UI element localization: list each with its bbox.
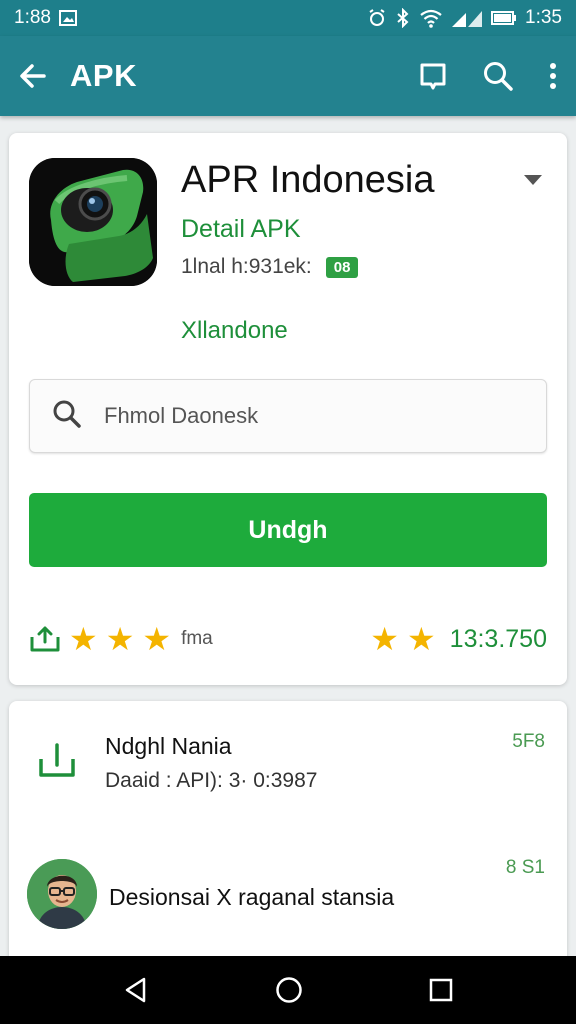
nav-recents-icon[interactable] bbox=[428, 977, 454, 1003]
list-item-subtitle: Daaid : API): 3· 0:3987 bbox=[105, 769, 318, 792]
gallery-notification-icon bbox=[58, 9, 77, 27]
app-bar: APK bbox=[0, 36, 576, 116]
list-item-badge: 5F8 bbox=[512, 731, 545, 752]
signal-icon bbox=[451, 8, 483, 28]
download-icon[interactable] bbox=[37, 741, 77, 786]
share-icon[interactable] bbox=[29, 625, 61, 653]
download-button[interactable]: Undgh bbox=[29, 493, 547, 567]
star-icon: ★ bbox=[406, 621, 436, 657]
status-left: 1:88 bbox=[14, 7, 77, 29]
more-vert-icon[interactable] bbox=[548, 61, 558, 91]
list-item-badge: 8 S1 bbox=[505, 857, 545, 878]
search-field-icon bbox=[52, 399, 82, 434]
rating-left: ★ ★ ★ fma bbox=[29, 623, 213, 655]
rating-right: ★ ★ 13:3.750 bbox=[370, 623, 547, 655]
list-item-title[interactable]: Ndghl Nania bbox=[105, 733, 232, 760]
star-icon: ★ bbox=[69, 621, 98, 657]
star-icon: ★ bbox=[370, 621, 399, 657]
dropdown-arrow-icon[interactable] bbox=[523, 173, 543, 191]
wifi-icon bbox=[419, 8, 443, 28]
search-input[interactable] bbox=[102, 402, 524, 430]
app-icon[interactable] bbox=[29, 158, 157, 286]
app-bar-title: APK bbox=[70, 58, 137, 93]
version-badge: 08 bbox=[325, 256, 359, 278]
search-icon[interactable] bbox=[482, 60, 514, 92]
app-meta-row: 1lnal h:931ek: 08 bbox=[181, 255, 359, 279]
app-name: APR Indonesia bbox=[181, 159, 435, 201]
detail-apk-link[interactable]: Detail APK bbox=[181, 215, 301, 244]
status-right: 1:35 bbox=[367, 7, 562, 29]
download-list-card: Ndghl Nania Daaid : API): 3· 0:3987 5F8 … bbox=[9, 701, 567, 971]
search-box[interactable] bbox=[29, 379, 547, 453]
app-bar-actions bbox=[418, 60, 558, 92]
star-icon: ★ bbox=[105, 621, 135, 657]
star-icon: ★ bbox=[142, 621, 172, 657]
app-detail-card: APR Indonesia Detail APK 1lnal h:931ek: … bbox=[9, 133, 567, 685]
navigation-bar bbox=[0, 956, 576, 1024]
back-arrow-icon[interactable] bbox=[18, 61, 48, 91]
app-meta-text: 1lnal h:931ek: bbox=[181, 255, 312, 278]
rating-count: 13:3.750 bbox=[449, 624, 547, 653]
avatar[interactable] bbox=[27, 859, 97, 929]
rating-label: fma bbox=[181, 628, 213, 649]
developer-link[interactable]: Xllandone bbox=[181, 317, 288, 345]
nav-home-icon[interactable] bbox=[274, 975, 304, 1005]
bluetooth-icon bbox=[395, 8, 411, 28]
status-bar: 1:88 1:35 bbox=[0, 0, 576, 36]
status-time-right: 1:35 bbox=[525, 7, 562, 28]
list-item-text[interactable]: Desionsai X raganal stansia bbox=[109, 884, 394, 911]
status-time-left: 1:88 bbox=[14, 7, 51, 28]
battery-icon bbox=[491, 9, 517, 27]
bookmark-icon[interactable] bbox=[418, 61, 448, 91]
rating-row: ★ ★ ★ fma ★ ★ 13:3.750 bbox=[29, 619, 547, 659]
nav-back-icon[interactable] bbox=[122, 976, 150, 1004]
alarm-icon bbox=[367, 8, 387, 28]
